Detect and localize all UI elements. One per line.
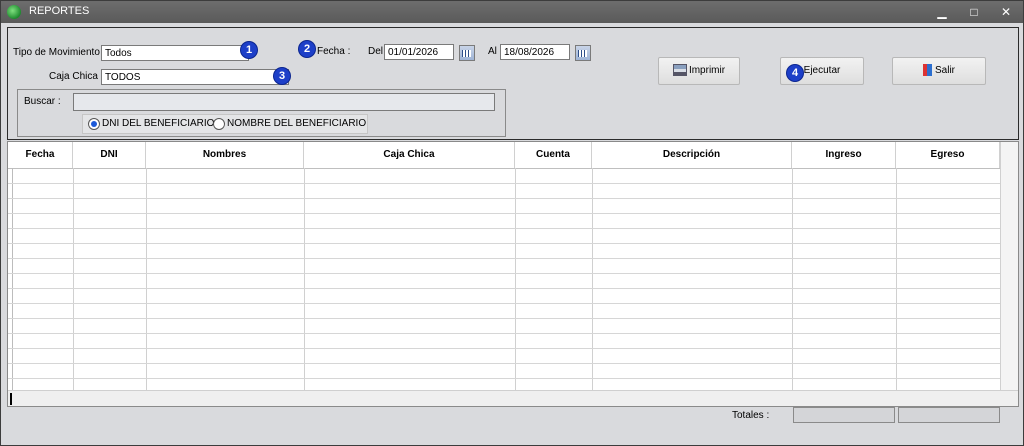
column-header-cuenta[interactable]: Cuenta	[515, 142, 592, 168]
title-bar[interactable]: REPORTES ▁ □ ✕	[1, 1, 1023, 23]
printer-icon	[672, 64, 687, 77]
totals-bar: Totales :	[1, 407, 1023, 445]
total-egreso-field	[898, 407, 1000, 423]
salir-label: Salir	[934, 65, 955, 76]
tipo-movimiento-select[interactable]: Todos	[101, 45, 249, 61]
grid-row-line	[8, 363, 1000, 364]
grid-row-line	[8, 228, 1000, 229]
minimize-button[interactable]: ▁	[927, 3, 957, 21]
calendar-icon[interactable]	[459, 45, 475, 61]
caja-chica-select[interactable]: TODOS	[101, 69, 289, 85]
maximize-button[interactable]: □	[959, 3, 989, 21]
grid-row-line	[8, 348, 1000, 349]
grid-row-line	[8, 258, 1000, 259]
grid-row-line	[8, 333, 1000, 334]
grid-column-line	[515, 168, 516, 390]
imprimir-label: Imprimir	[688, 65, 726, 76]
salir-button[interactable]: Salir	[892, 57, 986, 85]
grid-row-line	[8, 213, 1000, 214]
fecha-al-input[interactable]: 18/08/2026	[500, 44, 570, 60]
column-header-dni[interactable]: DNI	[73, 142, 146, 168]
app-logo-icon	[7, 5, 21, 19]
grid-column-line	[73, 168, 74, 390]
results-grid[interactable]: Fecha DNI Nombres Caja Chica Cuenta Desc…	[7, 141, 1019, 407]
fecha-label: Fecha :	[317, 46, 351, 57]
caja-chica-label: Caja Chica :	[49, 71, 104, 82]
scroll-cursor	[10, 393, 12, 405]
radio-dni[interactable]	[88, 118, 100, 130]
grid-column-line	[592, 168, 593, 390]
horizontal-scrollbar[interactable]	[8, 390, 1018, 406]
grid-row-line	[8, 243, 1000, 244]
grid-header: Fecha DNI Nombres Caja Chica Cuenta Desc…	[8, 142, 1000, 169]
grid-row-line	[8, 303, 1000, 304]
radio-nombre-label[interactable]: NOMBRE DEL BENEFICIARIO	[227, 118, 366, 129]
grid-row-line	[8, 378, 1000, 379]
grid-column-line	[304, 168, 305, 390]
grid-row-line	[8, 198, 1000, 199]
close-button[interactable]: ✕	[991, 3, 1021, 21]
grid-row-line	[8, 318, 1000, 319]
column-header-fecha[interactable]: Fecha	[8, 142, 73, 168]
search-mode-radio-group: DNI DEL BENEFICIARIO NOMBRE DEL BENEFICI…	[82, 114, 368, 134]
imprimir-button[interactable]: Imprimir	[658, 57, 740, 85]
callout-badge-1: 1	[241, 42, 257, 58]
radio-nombre[interactable]	[213, 118, 225, 130]
column-header-descripcion[interactable]: Descripción	[592, 142, 792, 168]
callout-badge-2: 2	[299, 41, 315, 57]
tipo-movimiento-label: Tipo de Movimiento :	[13, 47, 106, 58]
vertical-scrollbar[interactable]	[1000, 142, 1018, 390]
row-indicator-column	[8, 168, 13, 390]
grid-row-line	[8, 183, 1000, 184]
buscar-label: Buscar :	[24, 96, 61, 107]
radio-dni-label[interactable]: DNI DEL BENEFICIARIO	[102, 118, 214, 129]
fecha-del-input[interactable]: 01/01/2026	[384, 44, 454, 60]
totales-label: Totales :	[732, 410, 770, 421]
callout-badge-3: 3	[274, 68, 290, 84]
column-header-egreso[interactable]: Egreso	[896, 142, 1000, 168]
window-title: REPORTES	[29, 5, 90, 17]
reportes-window: REPORTES ▁ □ ✕ Tipo de Movimiento : Todo…	[0, 0, 1024, 446]
search-group: Buscar : DNI DEL BENEFICIARIO NOMBRE DEL…	[17, 89, 506, 137]
buscar-input[interactable]	[73, 93, 495, 111]
grid-row-line	[8, 273, 1000, 274]
calendar-icon[interactable]	[575, 45, 591, 61]
del-label: Del	[368, 46, 384, 57]
grid-row-line	[8, 288, 1000, 289]
exit-door-icon	[922, 64, 932, 77]
grid-column-line	[896, 168, 897, 390]
grid-column-line	[792, 168, 793, 390]
filter-panel: Tipo de Movimiento : Todos 1 Caja Chica …	[7, 27, 1019, 140]
column-header-caja-chica[interactable]: Caja Chica	[304, 142, 515, 168]
ejecutar-label: Ejecutar	[803, 65, 841, 76]
total-ingreso-field	[793, 407, 895, 423]
callout-badge-4: 4	[787, 65, 803, 81]
column-header-ingreso[interactable]: Ingreso	[792, 142, 896, 168]
column-header-nombres[interactable]: Nombres	[146, 142, 304, 168]
al-label: Al	[488, 46, 497, 57]
grid-column-line	[146, 168, 147, 390]
